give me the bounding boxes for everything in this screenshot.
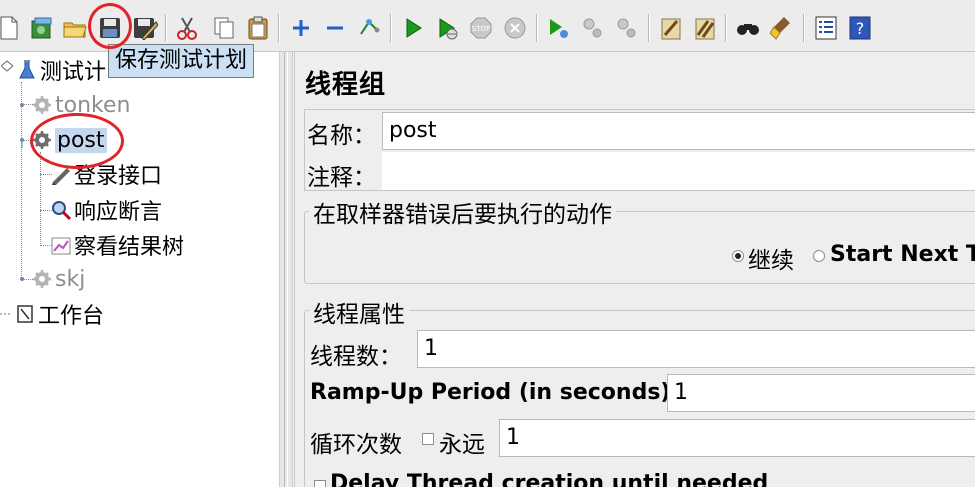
clear-icon[interactable] [656,11,686,45]
delay-thread-creation-label: Delay Thread creation until needed [330,471,769,487]
chart-icon [50,234,72,256]
stop-icon[interactable]: STOP [466,11,496,45]
name-label: 名称： [307,123,376,149]
tree-node-label: tonken [55,92,131,118]
help-icon[interactable]: ? [845,11,875,45]
flask-icon [16,59,38,81]
start-no-pause-icon[interactable] [432,11,462,45]
thread-group-panel: 线程组 名称： post 注释： 在取样器错误后要执行的动作 继续 Start … [294,52,975,487]
save-icon[interactable] [95,11,125,45]
save-tooltip: 保存测试计划 [108,44,255,78]
tree-node-label: post [55,127,107,153]
open-icon[interactable] [60,11,90,45]
page-title: 线程组 [305,70,387,100]
reset-search-icon[interactable] [767,11,797,45]
svg-text:?: ? [856,19,865,38]
gear-icon [31,94,53,116]
svg-text:STOP: STOP [472,25,490,33]
clear-all-icon[interactable] [690,11,720,45]
remote-stop-icon[interactable] [578,11,608,45]
function-helper-icon[interactable] [811,11,841,45]
expand-handle-icon [15,129,29,151]
copy-icon[interactable] [209,11,239,45]
remote-shutdown-icon[interactable] [612,11,642,45]
paste-icon[interactable] [243,11,273,45]
tree-node-label: 测试计 [40,60,107,85]
expand-all-icon[interactable] [286,11,316,45]
tree-node-test-plan[interactable]: 测试计 [0,54,106,86]
tree-node-results-tree[interactable]: 察看结果树 [50,229,184,261]
loop-count-field[interactable]: 1 [499,419,975,457]
thread-properties-legend: 线程属性 [309,295,409,329]
save-as-icon[interactable] [130,11,160,45]
comment-label: 注释： [307,165,376,191]
name-field[interactable]: post [382,112,975,150]
tree-node-http-sampler[interactable]: 登录接口 [50,158,162,190]
ramp-up-field[interactable]: 1 [667,374,975,412]
tree-node-label: skj [55,266,86,292]
start-icon[interactable] [398,11,428,45]
delay-thread-creation-checkbox[interactable] [314,480,326,487]
tree-node-label: 响应断言 [74,200,163,225]
gear-icon [31,268,53,290]
expand-handle-icon [15,268,29,290]
magnifier-icon [50,199,72,221]
thread-count-field[interactable]: 1 [417,330,975,368]
tree-node-workbench[interactable]: 工作台 [0,298,104,330]
templates-icon[interactable] [27,11,57,45]
start-next-thread-loop-radio[interactable] [813,250,825,262]
loop-count-label: 循环次数 [310,432,402,458]
tree-node-thread-group[interactable]: skj [15,263,85,295]
tree-node-label: 工作台 [38,304,105,329]
remote-start-icon[interactable] [543,11,573,45]
tree-node-thread-group-selected[interactable]: post [15,124,107,156]
start-next-thread-loop-label: Start Next Th [830,242,975,267]
collapse-all-icon[interactable] [320,11,350,45]
test-plan-tree[interactable]: 测试计 tonken post 登录接口 响应断言 察看结果树 skj 工作台 [0,52,279,487]
comment-field[interactable] [382,152,975,190]
loop-forever-checkbox[interactable] [422,433,434,445]
tree-node-thread-group[interactable]: tonken [15,89,130,121]
tree-branch-icon [0,303,12,325]
loop-forever-label: 永远 [439,432,485,458]
name-comment-box: 名称： post 注释： [304,109,975,191]
toggle-icon[interactable] [354,11,384,45]
error-action-legend: 在取样器错误后要执行的动作 [309,195,616,229]
tree-node-assertion[interactable]: 响应断言 [50,194,162,226]
gear-icon [31,129,53,151]
shutdown-icon[interactable] [500,11,530,45]
notebook-icon [14,303,36,325]
new-plan-icon[interactable] [0,11,24,45]
test-plan-icon [0,59,14,81]
continue-label: 继续 [748,248,794,274]
expand-handle-icon [15,94,29,116]
search-icon[interactable] [733,11,763,45]
split-pane-divider[interactable] [279,52,293,487]
thread-count-label: 线程数： [310,344,402,370]
cut-icon[interactable] [172,11,202,45]
tree-node-label: 登录接口 [74,164,163,189]
ramp-up-label: Ramp-Up Period (in seconds): [310,380,680,405]
tree-node-label: 察看结果树 [74,235,185,260]
pencil-icon [50,163,72,185]
continue-radio[interactable] [732,250,744,262]
